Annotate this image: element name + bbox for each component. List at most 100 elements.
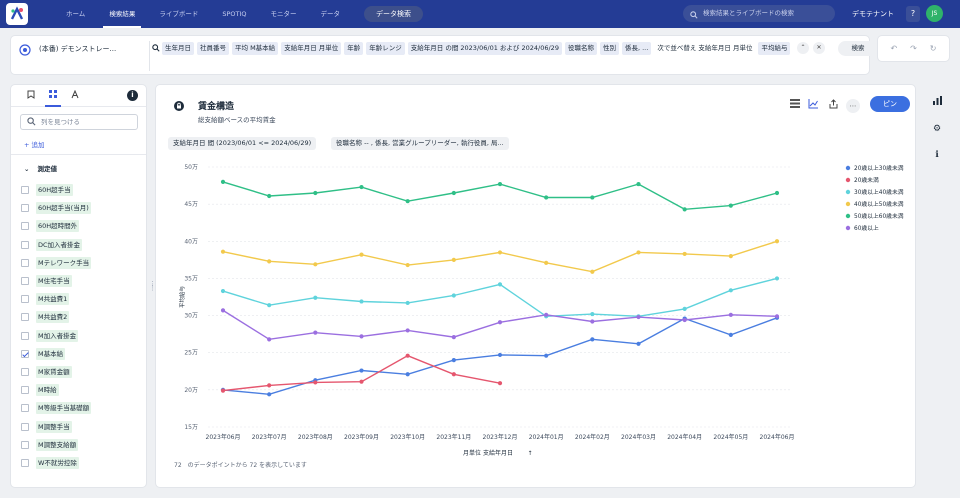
data-point[interactable] [774,276,780,281]
info-icon[interactable]: ℹ [930,148,944,162]
column-list-item[interactable]: M共益費1 [21,290,141,308]
data-point[interactable] [405,372,410,377]
search-token[interactable]: 社員番号 [197,42,229,55]
checkbox[interactable] [21,240,29,249]
column-list-item[interactable]: M時給 [21,381,141,399]
data-point[interactable] [636,250,641,255]
data-point[interactable] [220,179,226,184]
search-token[interactable]: 性別 [599,42,619,55]
data-point[interactable] [359,252,364,257]
data-point[interactable] [682,306,687,311]
data-point[interactable] [497,352,503,358]
data-point[interactable] [590,269,595,274]
data-point[interactable] [774,239,780,244]
global-search-input[interactable]: 検索結果とライブボードの検索 [683,5,835,22]
data-point[interactable] [544,312,549,317]
nav-tab[interactable]: 検索結果 [97,0,147,28]
nav-tab[interactable]: モニター [258,0,308,28]
legend-item[interactable]: 40歳以上50歳未満 [854,200,904,208]
data-point[interactable] [636,314,641,320]
data-point[interactable] [359,184,364,190]
data-point[interactable] [636,181,641,187]
search-token[interactable]: 役職名称 [564,42,597,55]
column-list-item[interactable]: M基本給 [21,345,141,363]
data-point[interactable] [220,249,226,254]
add-column-link[interactable]: + 追加 [24,139,45,149]
data-point[interactable] [267,303,272,308]
resize-handle[interactable]: ⋮ ⋮ [149,281,156,294]
search-token[interactable]: 年齢 [344,42,364,55]
search-token[interactable]: 支給年月日 の間 2023/06/01 および 2024/06/29 [407,42,562,55]
data-point[interactable] [497,250,503,255]
data-point[interactable] [405,300,410,306]
checkbox[interactable] [21,386,29,395]
data-point[interactable] [313,262,318,267]
data-point[interactable] [590,195,595,200]
data-point[interactable] [220,388,226,393]
legend-item[interactable]: 20歳以上30歳未満 [854,164,904,172]
data-point[interactable] [359,368,364,373]
search-token[interactable]: 係長, ... [621,42,652,55]
data-point[interactable] [497,320,503,325]
app-logo[interactable] [0,0,34,28]
column-list-item[interactable]: M家賃金額 [21,363,141,381]
data-point[interactable] [267,259,272,264]
checkbox[interactable] [21,258,29,267]
legend-item[interactable]: 20歳未満 [854,176,879,184]
column-list-item[interactable]: M調整手当 [21,417,141,435]
column-list-item[interactable]: 60H超手当 [21,181,141,199]
column-list-item[interactable]: M加入者掛金 [21,327,141,345]
data-point[interactable] [313,330,318,335]
series-line[interactable] [222,240,778,273]
nav-tab[interactable]: SPOTIQ [210,0,258,28]
column-list-item[interactable]: M住宅手当 [21,272,141,290]
data-point[interactable] [497,381,503,386]
checkbox[interactable] [21,204,29,213]
reset-icon[interactable]: ↻ [930,44,937,53]
data-point[interactable] [405,328,410,333]
worksheet-name[interactable]: (本番) デモンストレー... [39,44,116,54]
x-axis-label[interactable]: 月単位 支給年月日 [463,449,513,457]
measures-section-header[interactable]: ⌄ 測定値 [24,163,57,173]
data-point[interactable] [405,353,410,358]
data-point[interactable] [774,314,780,319]
checkbox[interactable] [21,277,29,286]
nav-tab[interactable]: データ [308,0,352,28]
legend-item[interactable]: 50歳以上60歳未満 [854,212,904,220]
column-list-item[interactable]: 60H超手当(当月) [21,199,141,217]
data-point[interactable] [544,195,549,200]
data-point[interactable] [451,372,456,377]
data-point[interactable] [451,190,456,196]
sort-arrow-icon[interactable]: ↑ [527,450,532,457]
data-point[interactable] [682,207,687,212]
column-list-item[interactable]: 60H超時間外 [21,217,141,235]
data-point[interactable] [405,199,410,204]
legend-item[interactable]: 30歳以上40歳未満 [854,188,904,196]
data-point[interactable] [313,190,318,196]
column-list-item[interactable]: DC加入者掛金 [21,236,141,254]
search-token[interactable]: 平均給与 [758,42,791,55]
data-point[interactable] [590,311,595,317]
data-point[interactable] [636,341,641,346]
gear-icon[interactable]: ⚙ [930,122,944,136]
tenant-name[interactable]: デモテナント [852,0,894,28]
data-point[interactable] [682,251,687,257]
data-point[interactable] [267,392,272,397]
avatar[interactable]: JS [926,5,943,22]
search-token[interactable]: 平均 M基本給 [232,42,279,55]
column-list-item[interactable]: W不就労控除 [21,454,141,472]
column-search-input[interactable]: 列を見つける [20,114,138,130]
undo-icon[interactable]: ↶ [890,44,897,53]
data-point[interactable] [267,337,272,342]
checkbox[interactable] [21,331,29,340]
data-point[interactable] [774,190,780,196]
data-point[interactable] [728,254,733,259]
column-list-item[interactable]: M等級手当基礎額 [21,399,141,417]
data-point[interactable] [544,353,549,358]
search-token[interactable]: 年齢レンジ [366,42,405,55]
checkbox[interactable] [21,367,29,376]
data-point[interactable] [451,335,456,340]
y-axis-label[interactable]: 平均給与 [178,286,186,308]
bar-chart-icon[interactable] [930,96,944,110]
column-list-item[interactable]: M共益費2 [21,308,141,326]
